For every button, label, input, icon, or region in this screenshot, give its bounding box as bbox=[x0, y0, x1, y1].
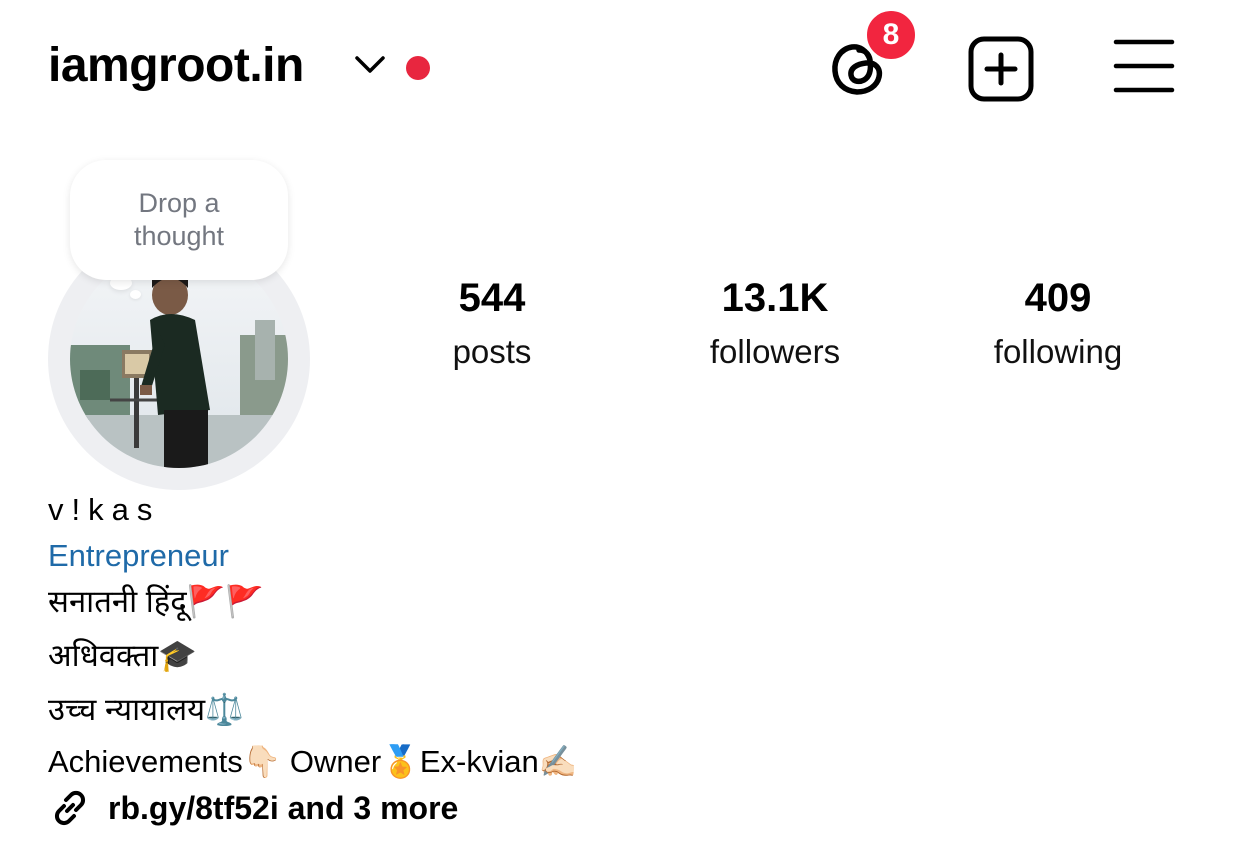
new-activity-dot bbox=[406, 56, 430, 80]
plus-square-icon bbox=[968, 36, 1034, 102]
hamburger-menu-icon bbox=[1113, 39, 1175, 93]
avatar[interactable] bbox=[70, 250, 288, 468]
bio-line: सनातनी हिंदू🚩🚩 bbox=[48, 584, 264, 619]
following-count: 409 bbox=[1024, 276, 1092, 320]
bio-link[interactable]: rb.gy/8tf52i and 3 more bbox=[48, 786, 458, 830]
profile-photo bbox=[70, 250, 288, 468]
followers-label: followers bbox=[709, 333, 841, 370]
profile-category: Entrepreneur bbox=[48, 538, 229, 573]
bio-link-text[interactable]: rb.gy/8tf52i and 3 more bbox=[108, 790, 458, 827]
stat-followers[interactable]: 13.1K followers bbox=[655, 274, 895, 374]
new-post-button[interactable] bbox=[966, 34, 1036, 104]
chevron-down-icon[interactable] bbox=[352, 50, 388, 80]
stat-following[interactable]: 409 following bbox=[938, 274, 1178, 374]
posts-count: 544 bbox=[458, 276, 526, 320]
bio-line: उच्च न्यायालय⚖️ bbox=[48, 692, 244, 727]
note-text: Drop a thought bbox=[133, 188, 225, 251]
notification-badge: 8 bbox=[864, 8, 918, 62]
following-label: following bbox=[993, 333, 1123, 370]
note-bubble-tail-small bbox=[130, 290, 141, 299]
followers-count: 13.1K bbox=[721, 276, 829, 320]
bio-line: अधिवक्ता🎓 bbox=[48, 638, 197, 673]
stat-posts[interactable]: 544 posts bbox=[372, 274, 612, 374]
bio-line: Achievements👇🏻 Owner🏅Ex-kvian✍🏻 bbox=[48, 744, 578, 779]
display-name: v!kas bbox=[48, 492, 161, 527]
posts-label: posts bbox=[452, 333, 532, 370]
link-icon bbox=[54, 790, 86, 826]
menu-button[interactable] bbox=[1112, 36, 1176, 96]
note-bubble[interactable]: Drop a thought bbox=[70, 160, 288, 280]
username-switcher[interactable]: iamgroot.in bbox=[48, 36, 304, 96]
